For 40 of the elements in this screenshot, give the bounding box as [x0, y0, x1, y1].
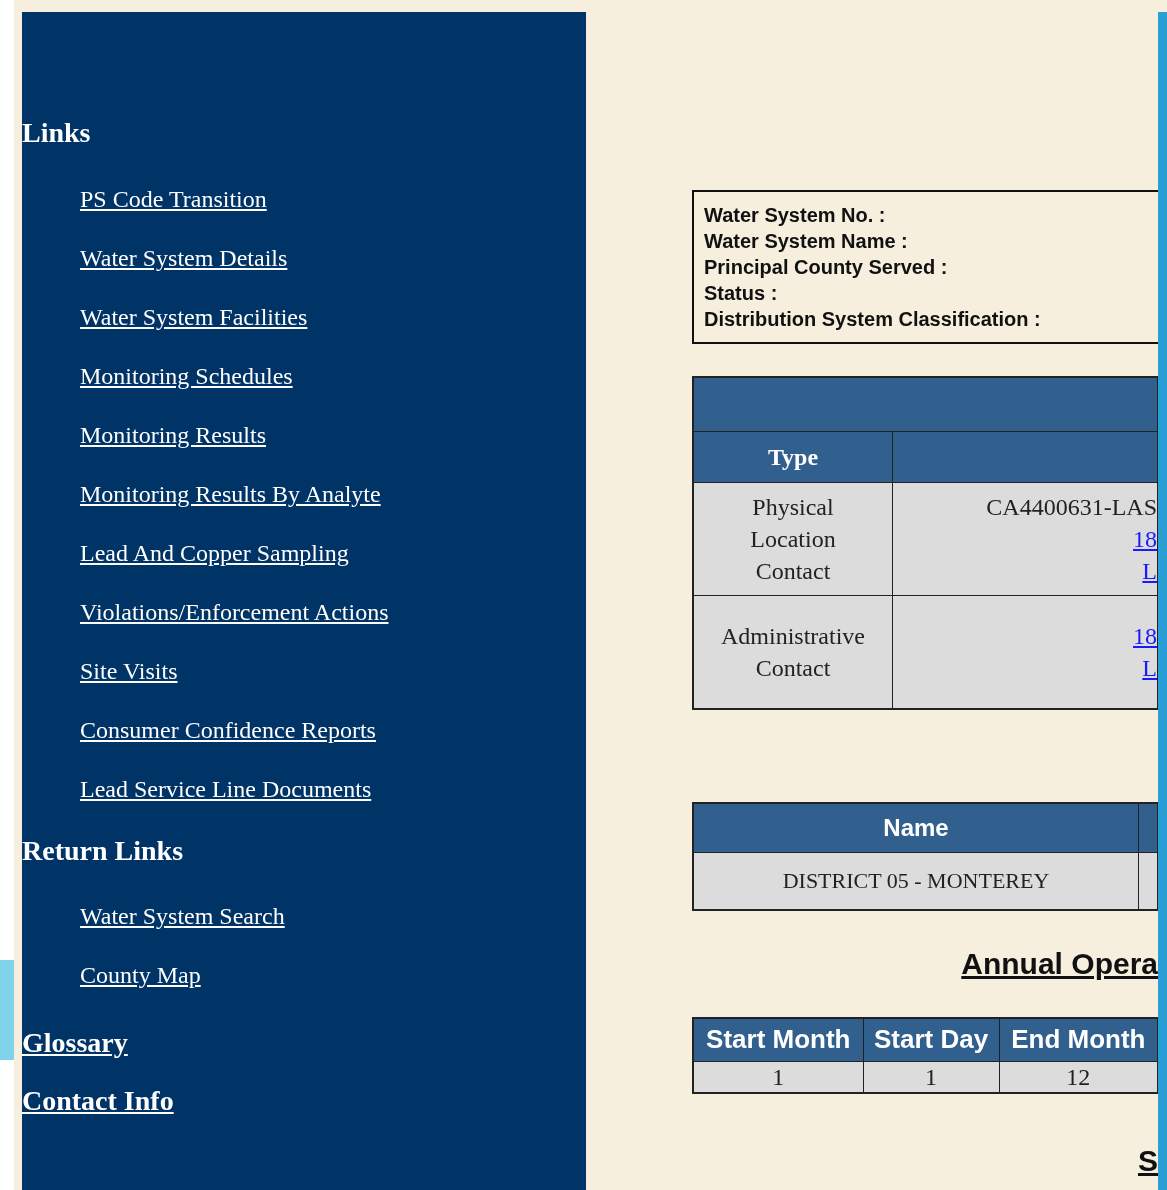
table-cell: Physical Location Contact: [693, 482, 893, 596]
table-cell: 12: [999, 1061, 1158, 1093]
sidebar-link[interactable]: Water System Facilities: [80, 302, 308, 331]
table-cell: Administrative Contact: [693, 595, 893, 709]
section-heading: Annual Opera: [960, 946, 1158, 981]
contact-link[interactable]: L: [1142, 651, 1157, 684]
sidebar-link[interactable]: PS Code Transition: [80, 184, 267, 213]
field-label: Water System No. :: [704, 203, 887, 228]
sidebar-link[interactable]: Water System Search: [80, 902, 285, 931]
column-header: Start Month: [693, 1017, 864, 1061]
contact-link[interactable]: L: [1142, 555, 1157, 587]
section-heading: S: [1137, 1143, 1158, 1178]
sidebar-link[interactable]: Monitoring Results: [80, 420, 266, 449]
sidebar-link[interactable]: Water System Details: [80, 243, 288, 272]
sidebar-link[interactable]: Monitoring Schedules: [80, 361, 293, 390]
column-header: Name: [693, 802, 1139, 852]
table-cell: 1: [863, 1061, 1000, 1093]
contact-link[interactable]: 18: [1133, 619, 1157, 652]
sidebar-heading: Return Links: [22, 833, 185, 868]
column-header: Type: [693, 431, 893, 483]
sidebar-link[interactable]: Monitoring Results By Analyte: [80, 479, 381, 508]
sidebar-heading-link[interactable]: Glossary: [22, 1026, 128, 1060]
table-cell: DISTRICT 05 - MONTEREY: [693, 852, 1139, 910]
table-cell: CA4400631-LAS 18 L: [892, 482, 1158, 596]
sidebar-link[interactable]: Site Visits: [80, 656, 178, 685]
contact-link[interactable]: 18: [1133, 523, 1157, 555]
sidebar-link[interactable]: County Map: [80, 961, 201, 990]
sidebar-link[interactable]: Lead And Copper Sampling: [80, 538, 349, 567]
sidebar-link[interactable]: Violations/Enforcement Actions: [80, 597, 389, 626]
field-label: Distribution System Classification :: [704, 307, 1042, 332]
field-label: Status :: [704, 281, 779, 306]
sidebar-heading-link[interactable]: Contact Info: [22, 1083, 174, 1118]
field-label: Water System Name :: [704, 229, 909, 254]
table-cell: 1: [693, 1061, 864, 1093]
sidebar-link[interactable]: Consumer Confidence Reports: [80, 715, 376, 744]
sidebar-link[interactable]: Lead Service Line Documents: [80, 774, 372, 803]
column-header: Start Day: [863, 1017, 1000, 1061]
field-label: Principal County Served :: [704, 255, 949, 280]
sidebar-heading: Links: [22, 116, 92, 150]
column-header: End Month: [999, 1017, 1158, 1061]
